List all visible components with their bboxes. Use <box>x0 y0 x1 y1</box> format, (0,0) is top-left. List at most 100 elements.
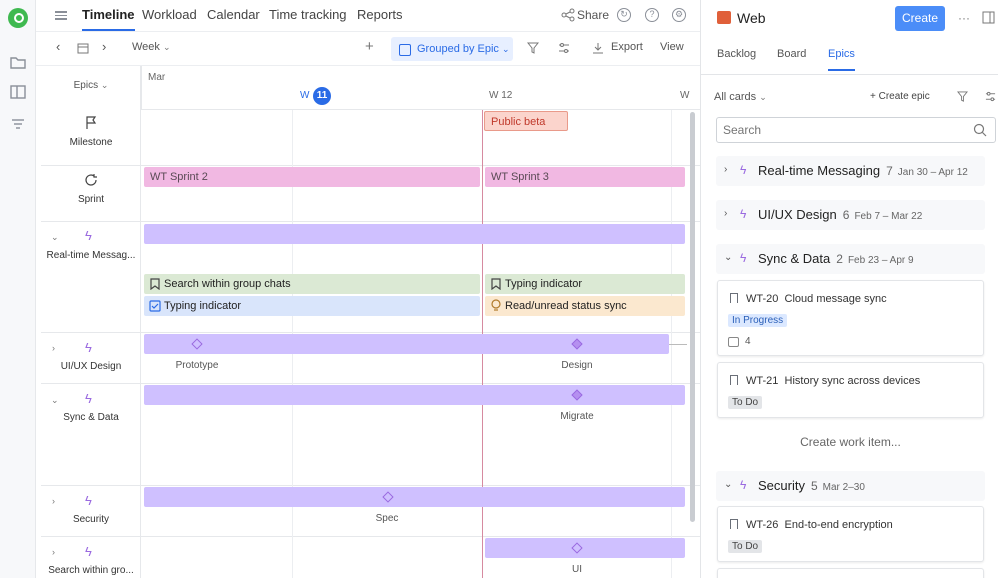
create-work-item-button[interactable]: Create work item... <box>717 435 984 449</box>
menu-icon[interactable] <box>55 9 67 21</box>
bolt-icon: ϟ <box>85 391 92 406</box>
bolt-icon: ϟ <box>85 340 92 355</box>
bolt-icon: ϟ <box>740 163 747 177</box>
epic-group-sync[interactable]: ⌄ ϟ Sync & Data 2 Feb 23 – Apr 9 <box>716 244 985 274</box>
sprint-icon <box>85 174 97 186</box>
prev-arrow-icon[interactable]: ‹ <box>56 39 60 54</box>
collapse-chevron-icon: › <box>724 208 728 219</box>
all-cards-filter[interactable]: All cards ⌄ <box>714 91 767 103</box>
grouped-by-button[interactable]: Grouped by Epic ⌄ <box>391 37 513 61</box>
timeline-column-header: Mar W 11 W 12 W <box>141 66 700 110</box>
group-by-select[interactable]: Epics ⌄ <box>41 80 141 91</box>
week-label-current: W <box>300 90 310 101</box>
work-item-card[interactable]: WT-26 End-to-end encryption To Do <box>717 506 984 562</box>
work-item-card[interactable]: WT-21 History sync across devices To Do <box>717 362 984 418</box>
marker-label: UI <box>572 564 582 575</box>
group-count: 2 <box>836 252 843 266</box>
flag-icon <box>86 116 97 129</box>
add-icon[interactable]: + <box>365 38 374 55</box>
sprint-bar[interactable]: WT Sprint 2 <box>144 167 480 187</box>
group-name: UI/UX Design <box>758 207 837 222</box>
settings-sliders-icon[interactable] <box>558 42 570 54</box>
collapse-chevron-icon[interactable]: › <box>52 547 55 557</box>
more-icon[interactable]: ··· <box>958 11 970 25</box>
expand-chevron-icon[interactable]: ⌄ <box>51 232 59 243</box>
filter-icon[interactable] <box>527 42 539 54</box>
epics-panel: Web Create ··· Backlog Board Epics All c… <box>700 0 998 578</box>
tab-calendar[interactable]: Calendar <box>207 0 260 31</box>
tab-reports[interactable]: Reports <box>357 0 403 31</box>
bolt-icon: ϟ <box>85 544 92 559</box>
create-epic-button[interactable]: + Create epic <box>870 91 930 102</box>
folder-icon[interactable] <box>8 52 28 72</box>
status-badge[interactable]: To Do <box>728 540 763 553</box>
tab-time-tracking[interactable]: Time tracking <box>269 0 347 31</box>
tab-epics[interactable]: Epics <box>828 48 855 71</box>
sprint-bar[interactable]: WT Sprint 3 <box>485 167 685 187</box>
work-item-card[interactable] <box>717 568 984 578</box>
group-dates: Feb 7 – Mar 22 <box>854 211 923 222</box>
tab-board[interactable]: Board <box>777 48 806 60</box>
epic-bar-uiux[interactable] <box>144 334 669 354</box>
status-badge[interactable]: In Progress <box>728 314 788 327</box>
status-badge[interactable]: To Do <box>728 396 763 409</box>
epic-group-realtime[interactable]: › ϟ Real-time Messaging 7 Jan 30 – Apr 12 <box>716 156 985 186</box>
collapse-chevron-icon[interactable]: › <box>52 496 55 506</box>
share-button[interactable]: Share <box>577 8 609 22</box>
epic-bar-realtime[interactable] <box>144 224 685 244</box>
create-button[interactable]: Create <box>895 6 945 31</box>
group-dates: Feb 23 – Apr 9 <box>847 255 914 266</box>
filter-icon[interactable] <box>957 91 968 102</box>
panel-toggle-icon[interactable] <box>982 11 995 24</box>
tab-backlog[interactable]: Backlog <box>717 48 756 60</box>
work-item-name: Cloud message sync <box>784 293 887 305</box>
week-label-next: W 12 <box>489 90 513 101</box>
download-icon[interactable] <box>592 42 604 54</box>
create-epic-label: Create epic <box>878 91 930 102</box>
share-icon[interactable] <box>561 8 575 22</box>
work-item-card[interactable]: WT-20 Cloud message sync In Progress 4 <box>717 280 984 356</box>
view-button[interactable]: View <box>660 41 684 53</box>
marker-label: Design <box>561 360 593 371</box>
group-by-label: Epics <box>73 80 99 91</box>
subtasks-icon <box>728 337 739 347</box>
row-label-text: Search within gro... <box>48 565 134 576</box>
card-typing-indicator[interactable]: Typing indicator <box>485 274 685 294</box>
epic-bar-sync[interactable] <box>144 385 685 405</box>
epic-bar-security[interactable] <box>144 487 685 507</box>
work-item-title: WT-21 History sync across devices <box>746 375 920 387</box>
group-count: 7 <box>886 164 893 178</box>
expand-chevron-icon[interactable]: ⌄ <box>51 395 59 406</box>
tab-workload[interactable]: Workload <box>142 0 197 31</box>
card-search-group-chats[interactable]: Search within group chats <box>144 274 480 294</box>
row-divider <box>41 221 700 222</box>
collapse-chevron-icon[interactable]: › <box>52 343 55 353</box>
range-select[interactable]: Week ⌄ <box>132 41 171 53</box>
filter-lines-icon[interactable] <box>8 114 28 134</box>
refresh-icon[interactable]: ↻ <box>617 8 631 22</box>
work-item-title: WT-26 End-to-end encryption <box>746 519 893 531</box>
epic-group-uiux[interactable]: › ϟ UI/UX Design 6 Feb 7 – Mar 22 <box>716 200 985 230</box>
bookmark-icon <box>730 293 738 303</box>
work-item-name: History sync across devices <box>784 375 921 387</box>
tab-timeline[interactable]: Timeline <box>82 0 135 31</box>
card-read-unread-sync[interactable]: Read/unread status sync <box>485 296 685 316</box>
app-logo[interactable] <box>8 8 28 28</box>
timeline-scrollbar[interactable] <box>690 112 695 522</box>
work-item-name: End-to-end encryption <box>784 519 893 531</box>
epic-group-security[interactable]: ⌄ ϟ Security 5 Mar 2–30 <box>716 471 985 501</box>
export-button[interactable]: Export <box>611 41 643 53</box>
gear-icon[interactable]: ⚙ <box>672 8 686 22</box>
calendar-icon[interactable] <box>77 42 89 54</box>
epic-bar-search[interactable] <box>485 538 685 558</box>
next-arrow-icon[interactable]: › <box>102 39 106 54</box>
milestone-public-beta[interactable]: Public beta <box>484 111 568 131</box>
card-typing-indicator-task[interactable]: Typing indicator <box>144 296 480 316</box>
search-input[interactable] <box>716 117 996 143</box>
tabs-divider <box>701 74 998 75</box>
bolt-icon: ϟ <box>740 478 747 492</box>
settings-sliders-icon[interactable] <box>985 91 996 102</box>
layout-icon[interactable] <box>8 82 28 102</box>
work-item-title: WT-20 Cloud message sync <box>746 293 887 305</box>
help-icon[interactable]: ? <box>645 8 659 22</box>
